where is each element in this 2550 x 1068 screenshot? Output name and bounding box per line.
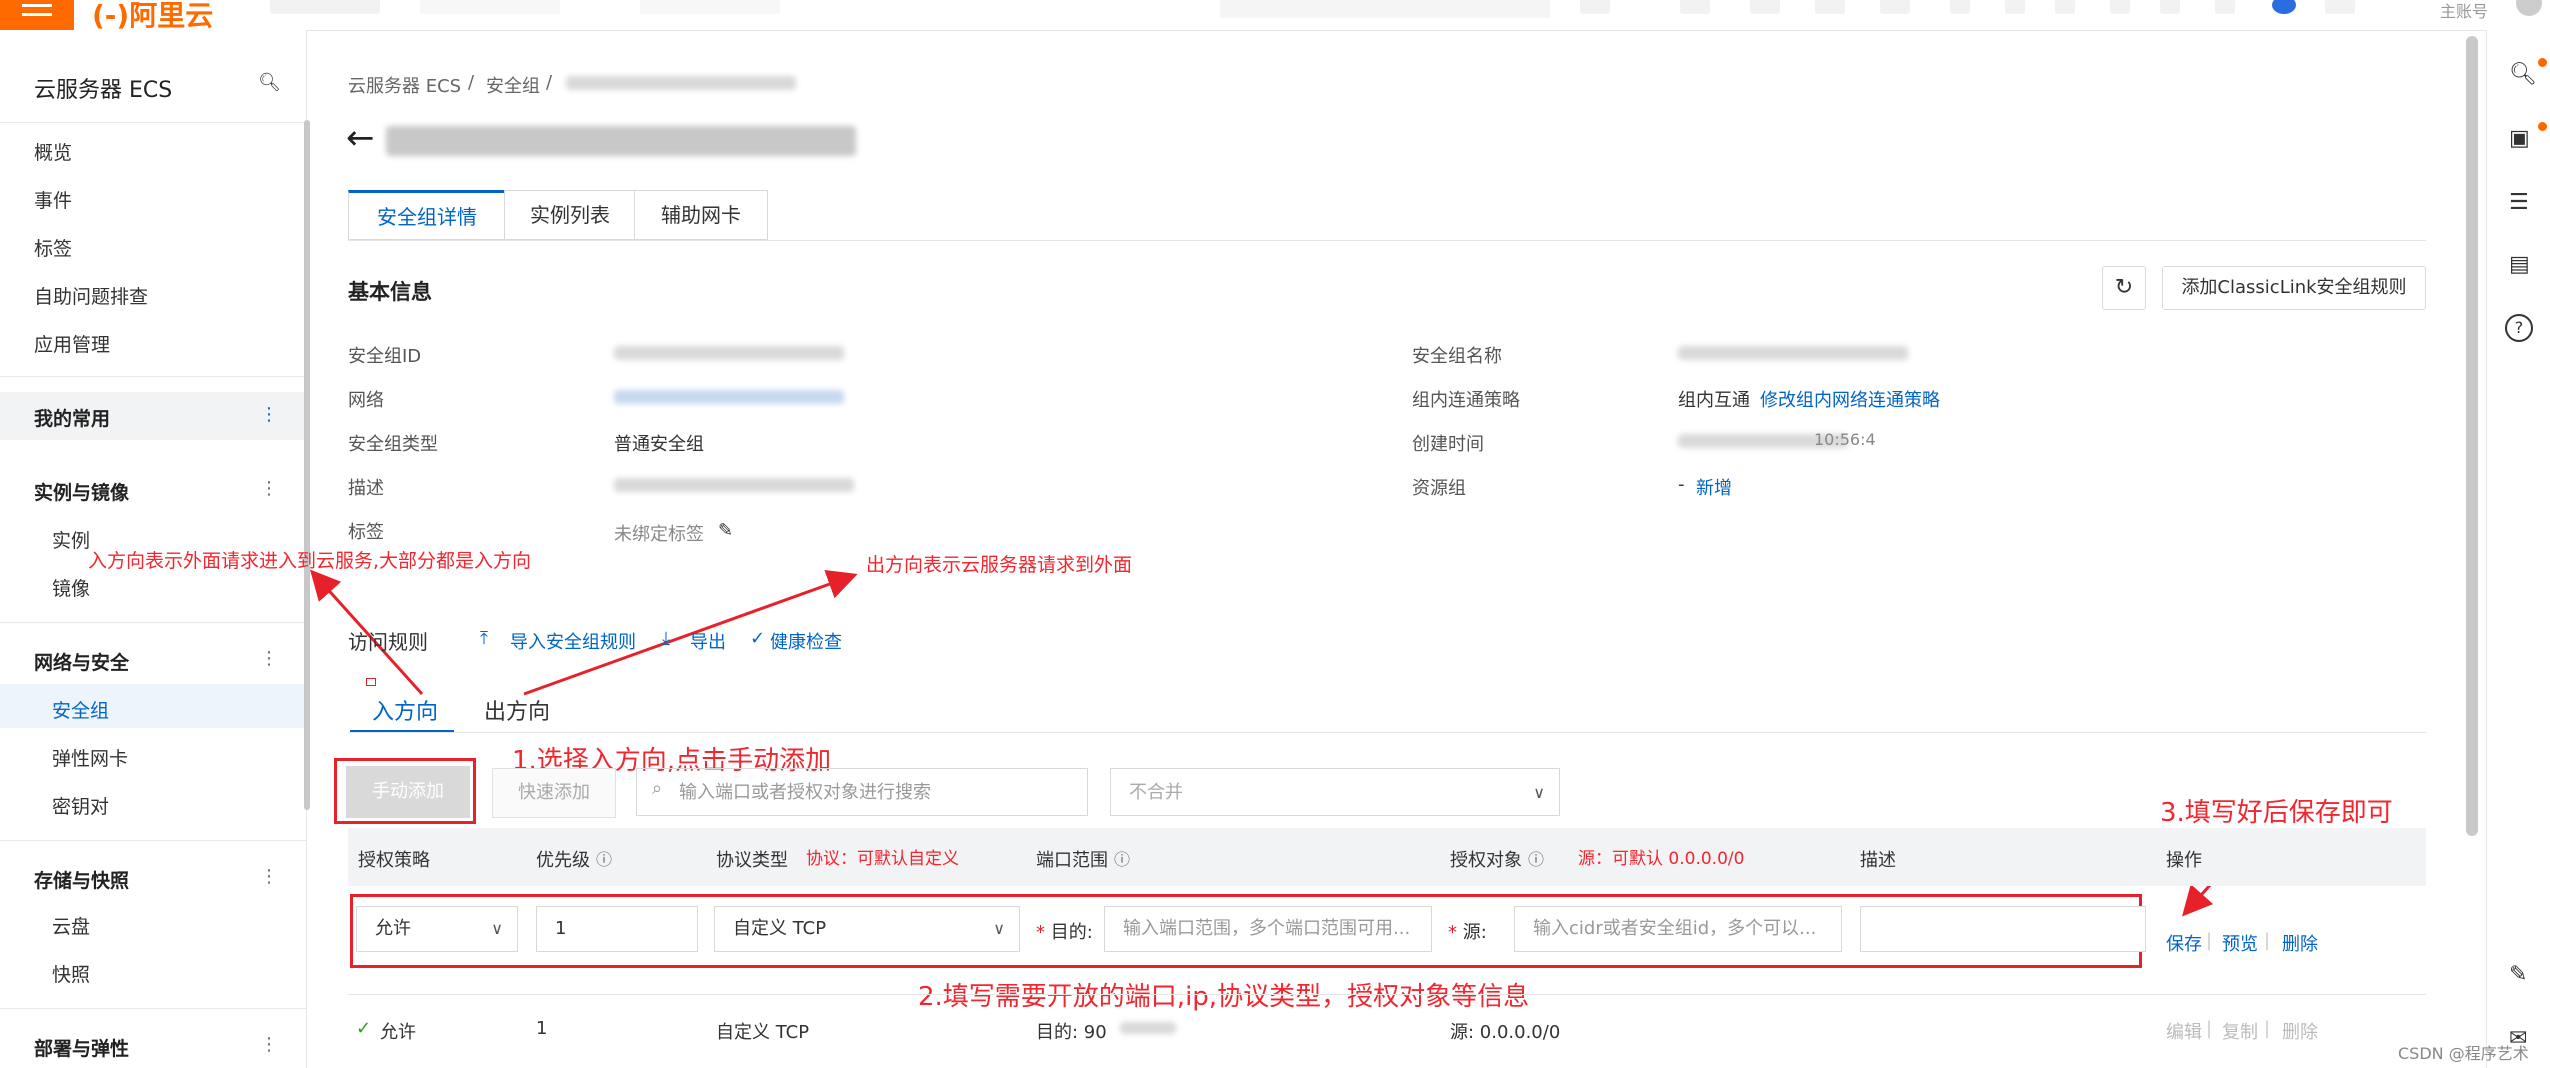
annotation-source-note: 源：可默认 0.0.0.0/0 xyxy=(1578,849,1745,869)
dest-label: * 目的: xyxy=(1036,918,1093,944)
protocol-select-value: 自定义 TCP xyxy=(733,918,827,939)
column-header-policy: 授权策略 xyxy=(358,850,430,871)
preview-link[interactable]: 预览 xyxy=(2222,930,2258,956)
source-label-text: 源: xyxy=(1462,922,1487,943)
chevron-down-icon: ∨ xyxy=(491,919,503,938)
description-input[interactable] xyxy=(1860,906,2146,952)
manual-add-button[interactable]: 手动添加 xyxy=(346,766,470,818)
separator: | xyxy=(2264,1018,2271,1039)
health-check-icon[interactable]: ✓ xyxy=(750,628,765,649)
info-icon[interactable]: ⓘ xyxy=(596,846,612,870)
separator: | xyxy=(2264,930,2271,951)
column-header-protocol: 协议类型 xyxy=(716,850,788,871)
source-input[interactable]: 输入cidr或者安全组id，多个可以... xyxy=(1514,906,1842,952)
watermark: CSDN @程序艺术 xyxy=(2398,1044,2529,1063)
section-title-access-rules: 访问规则 xyxy=(348,630,428,654)
source-label: * 源: xyxy=(1448,918,1487,944)
merge-select[interactable]: 不合并 ∨ xyxy=(1110,768,1560,816)
delete-link[interactable]: 删除 xyxy=(2282,1018,2318,1044)
column-header-priority: 优先级 xyxy=(536,850,590,871)
required-mark: * xyxy=(1036,922,1045,943)
protocol-select[interactable]: 自定义 TCP ∨ xyxy=(714,906,1020,952)
health-check-link[interactable]: 健康检查 xyxy=(770,628,842,654)
required-mark: * xyxy=(1448,922,1457,943)
row-policy: 允许 xyxy=(380,1022,416,1043)
delete-link[interactable]: 删除 xyxy=(2282,930,2318,956)
search-icon: ⌕ xyxy=(652,778,663,799)
column-header-port-range: 端口范围 xyxy=(1036,850,1108,871)
port-range-input[interactable]: 输入端口范围，多个端口范围可用... xyxy=(1104,906,1432,952)
tab-inbound[interactable]: 入方向 xyxy=(372,694,438,726)
separator: | xyxy=(2206,1018,2213,1039)
export-icon[interactable]: ⤓ xyxy=(662,628,670,649)
import-icon[interactable]: ⤒ xyxy=(480,628,488,649)
column-header-source: 授权对象 xyxy=(1450,850,1522,871)
annotation-step3: 3.填写好后保存即可 xyxy=(2160,798,2393,828)
rules-table-header xyxy=(348,828,2426,886)
row-destination: 目的: 90 xyxy=(1036,1022,1107,1043)
policy-select-value: 允许 xyxy=(375,918,411,939)
edit-link[interactable]: 编辑 xyxy=(2166,1018,2202,1044)
separator: | xyxy=(2206,930,2213,951)
copy-link[interactable]: 复制 xyxy=(2222,1018,2258,1044)
row-priority: 1 xyxy=(536,1018,548,1039)
row-divider xyxy=(348,994,2426,995)
quick-add-button[interactable]: 快速添加 xyxy=(492,768,616,818)
info-icon[interactable]: ⓘ xyxy=(1114,846,1130,870)
row-protocol: 自定义 TCP xyxy=(716,1022,810,1043)
column-header-actions: 操作 xyxy=(2166,850,2202,871)
row-source: 源: 0.0.0.0/0 xyxy=(1450,1022,1561,1043)
merge-select-value: 不合并 xyxy=(1129,782,1183,803)
save-link[interactable]: 保存 xyxy=(2166,930,2202,956)
dest-label-text: 目的: xyxy=(1050,922,1093,943)
policy-select[interactable]: 允许 ∨ xyxy=(356,906,518,952)
annotation-protocol-note: 协议：可默认自定义 xyxy=(806,849,959,869)
info-icon[interactable]: ⓘ xyxy=(1528,846,1544,870)
chevron-down-icon: ∨ xyxy=(1533,783,1545,802)
priority-input[interactable]: 1 xyxy=(536,906,698,952)
direction-tabs-divider xyxy=(348,732,2426,733)
column-header-description: 描述 xyxy=(1860,850,1896,871)
chevron-down-icon: ∨ xyxy=(993,919,1005,938)
row-destination-redacted xyxy=(1120,1022,1176,1034)
annotation-marker xyxy=(366,678,376,686)
check-circle-icon: ✓ xyxy=(356,1018,372,1039)
rule-search-input[interactable]: 输入端口或者授权对象进行搜索 xyxy=(636,768,1088,816)
tab-outbound[interactable]: 出方向 xyxy=(484,694,550,726)
import-rules-link[interactable]: 导入安全组规则 xyxy=(510,628,636,654)
export-link[interactable]: 导出 xyxy=(690,628,726,654)
